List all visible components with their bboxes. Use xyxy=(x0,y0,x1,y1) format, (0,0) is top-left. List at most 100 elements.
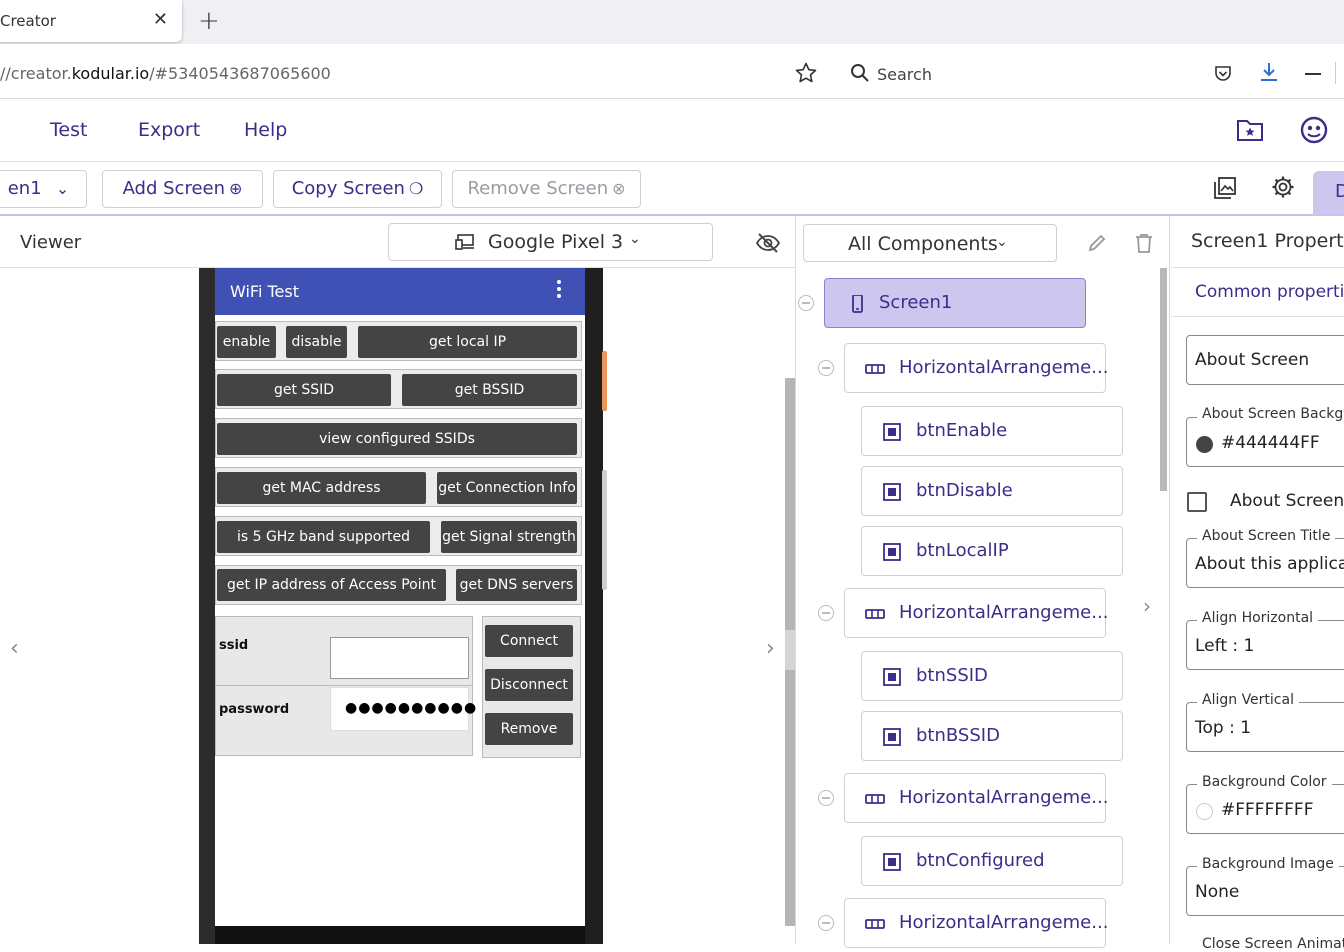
about-screen-title-field[interactable]: About this applicatio xyxy=(1186,538,1344,588)
btn-configured[interactable]: view configured SSIDs xyxy=(217,423,577,455)
tree-node-btn-bssid[interactable]: btnBSSID xyxy=(861,711,1123,761)
horizontal-arrangement[interactable]: enable disable get local IP xyxy=(215,321,582,361)
tab-close-icon[interactable]: ✕ xyxy=(153,9,168,30)
screen-select[interactable]: en1 ⌄ xyxy=(0,170,87,208)
chevron-left-icon[interactable]: ‹ xyxy=(10,636,19,661)
tree-node-btn-disable[interactable]: btnDisable xyxy=(861,466,1123,516)
components-scrollbar[interactable] xyxy=(1160,268,1167,491)
copy-screen-button[interactable]: Copy Screen ❍ xyxy=(273,170,442,208)
remove-button[interactable]: Remove xyxy=(485,713,573,745)
more-vert-icon[interactable] xyxy=(556,278,562,300)
chevron-down-icon: ⌄ xyxy=(996,234,1008,250)
add-screen-button[interactable]: Add Screen ⊕ xyxy=(102,170,263,208)
hide-hidden-components-icon[interactable] xyxy=(756,232,780,254)
minimize-window-icon[interactable] xyxy=(1305,73,1321,75)
about-screen-checkbox[interactable] xyxy=(1187,492,1207,512)
tree-node-label: btnConfigured xyxy=(916,850,1045,871)
align-vertical-field[interactable]: Top : 1 xyxy=(1186,702,1344,752)
btn-enable[interactable]: enable xyxy=(217,326,276,358)
collapse-toggle-icon[interactable] xyxy=(818,360,834,376)
pocket-icon[interactable] xyxy=(1213,64,1233,84)
background-color-field[interactable]: #FFFFFFFF xyxy=(1186,784,1344,834)
search-icon[interactable] xyxy=(850,63,870,83)
tree-node-horizontal-arrangement[interactable]: HorizontalArrangeme... xyxy=(844,898,1108,948)
horizontal-arrangement[interactable]: is 5 GHz band supported get Signal stren… xyxy=(215,516,582,556)
btn-dns-servers[interactable]: get DNS servers xyxy=(456,569,577,601)
bookmark-star-icon[interactable] xyxy=(794,61,818,85)
horizontal-arrangement[interactable]: view configured SSIDs xyxy=(215,418,582,458)
url-field[interactable]: //creator.kodular.io/#5340543687065600 xyxy=(0,64,331,83)
remove-screen-button[interactable]: Remove Screen ⊗ xyxy=(452,170,641,208)
collapse-toggle-icon[interactable] xyxy=(818,915,834,931)
tree-node-screen1[interactable]: Screen1 xyxy=(824,278,1086,328)
menu-help[interactable]: Help xyxy=(244,119,287,141)
about-screen-background-field[interactable]: #444444FF xyxy=(1186,417,1344,467)
search-label[interactable]: Search xyxy=(877,65,932,84)
device-select[interactable]: Google Pixel 3 ⌄ xyxy=(388,223,713,261)
btn-signal-strength[interactable]: get Signal strength xyxy=(441,521,577,553)
disconnect-button[interactable]: Disconnect xyxy=(485,669,573,701)
tab-common-properties[interactable]: Common properties xyxy=(1195,282,1344,302)
collapse-toggle-icon[interactable] xyxy=(818,790,834,806)
menu-export[interactable]: Export xyxy=(138,119,200,141)
btn-mac-address[interactable]: get MAC address xyxy=(217,472,426,504)
tree-node-btn-local-ip[interactable]: btnLocalIP xyxy=(861,526,1123,576)
tree-node-btn-configured[interactable]: btnConfigured xyxy=(861,836,1123,886)
browser-tab[interactable]: Creator ✕ xyxy=(0,0,182,42)
gear-icon[interactable] xyxy=(1271,175,1295,199)
btn-ssid[interactable]: get SSID xyxy=(217,374,391,406)
toolbar-divider xyxy=(1335,62,1336,84)
btn-connection-info[interactable]: get Connection Info xyxy=(437,472,577,504)
btn-bssid[interactable]: get BSSID xyxy=(402,374,577,406)
btn-access-point-ip[interactable]: get IP address of Access Point xyxy=(217,569,446,601)
menu-test[interactable]: Test xyxy=(50,119,87,141)
gallery-icon[interactable] xyxy=(1213,176,1237,200)
download-icon[interactable] xyxy=(1258,61,1280,83)
btn-disable[interactable]: disable xyxy=(286,326,347,358)
viewer-scrollbar-thumb[interactable] xyxy=(785,630,795,670)
horizontal-arrangement-icon xyxy=(865,609,885,619)
background-color-label: Background Color xyxy=(1197,774,1332,790)
about-screen-field[interactable]: About Screen xyxy=(1186,335,1344,385)
about-title-value: About this applicatio xyxy=(1195,554,1344,574)
user-avatar-icon[interactable] xyxy=(1300,116,1328,144)
component-filter-select[interactable]: All Components ⌄ xyxy=(803,224,1057,262)
designer-tab[interactable]: D xyxy=(1313,171,1344,215)
projects-folder-icon[interactable] xyxy=(1236,117,1264,143)
button-icon xyxy=(883,668,901,686)
btn-5ghz[interactable]: is 5 GHz band supported xyxy=(217,521,430,553)
tree-node-btn-ssid[interactable]: btnSSID xyxy=(861,651,1123,701)
tab-title: Creator xyxy=(0,12,56,30)
delete-trash-icon[interactable] xyxy=(1135,233,1153,253)
horizontal-arrangement[interactable]: get IP address of Access Point get DNS s… xyxy=(215,565,582,605)
ssid-input[interactable] xyxy=(330,637,469,679)
new-tab-button[interactable]: + xyxy=(198,6,220,36)
url-prefix: //creator. xyxy=(0,64,72,83)
tree-node-btn-enable[interactable]: btnEnable xyxy=(861,406,1123,456)
plus-circle-icon: ⊕ xyxy=(229,179,243,198)
align-horizontal-field[interactable]: Left : 1 xyxy=(1186,620,1344,670)
about-screen-value: About Screen xyxy=(1195,350,1310,370)
tree-node-horizontal-arrangement[interactable]: HorizontalArrangeme... xyxy=(844,773,1108,823)
horizontal-arrangement[interactable]: get MAC address get Connection Info xyxy=(215,467,582,507)
chevron-right-icon[interactable]: › xyxy=(766,636,775,661)
password-input[interactable]: ●●●●●●●●●● xyxy=(330,687,476,731)
align-vertical-value: Top : 1 xyxy=(1195,718,1252,738)
btn-local-ip[interactable]: get local IP xyxy=(358,326,577,358)
collapse-toggle-icon[interactable] xyxy=(818,605,834,621)
rename-pencil-icon[interactable] xyxy=(1087,233,1107,253)
properties-panel: Screen1 Properties Common properties Abo… xyxy=(1171,216,1344,952)
align-vertical-label: Align Vertical xyxy=(1197,692,1299,708)
collapse-toggle-icon[interactable] xyxy=(798,295,814,311)
connect-button[interactable]: Connect xyxy=(485,625,573,657)
tree-node-horizontal-arrangement[interactable]: HorizontalArrangeme... xyxy=(844,343,1108,393)
chevron-right-icon[interactable]: › xyxy=(1143,594,1151,618)
horizontal-arrangement-icon xyxy=(865,919,885,929)
button-icon xyxy=(883,483,901,501)
horizontal-arrangement[interactable]: get SSID get BSSID xyxy=(215,369,582,409)
app-title-bar: WiFi Test xyxy=(215,268,585,315)
background-image-field[interactable]: None xyxy=(1186,866,1344,916)
tree-node-horizontal-arrangement[interactable]: HorizontalArrangeme... xyxy=(844,588,1108,638)
about-bg-label: About Screen Backgro xyxy=(1197,406,1344,422)
phone-bottom-bezel xyxy=(215,926,585,944)
